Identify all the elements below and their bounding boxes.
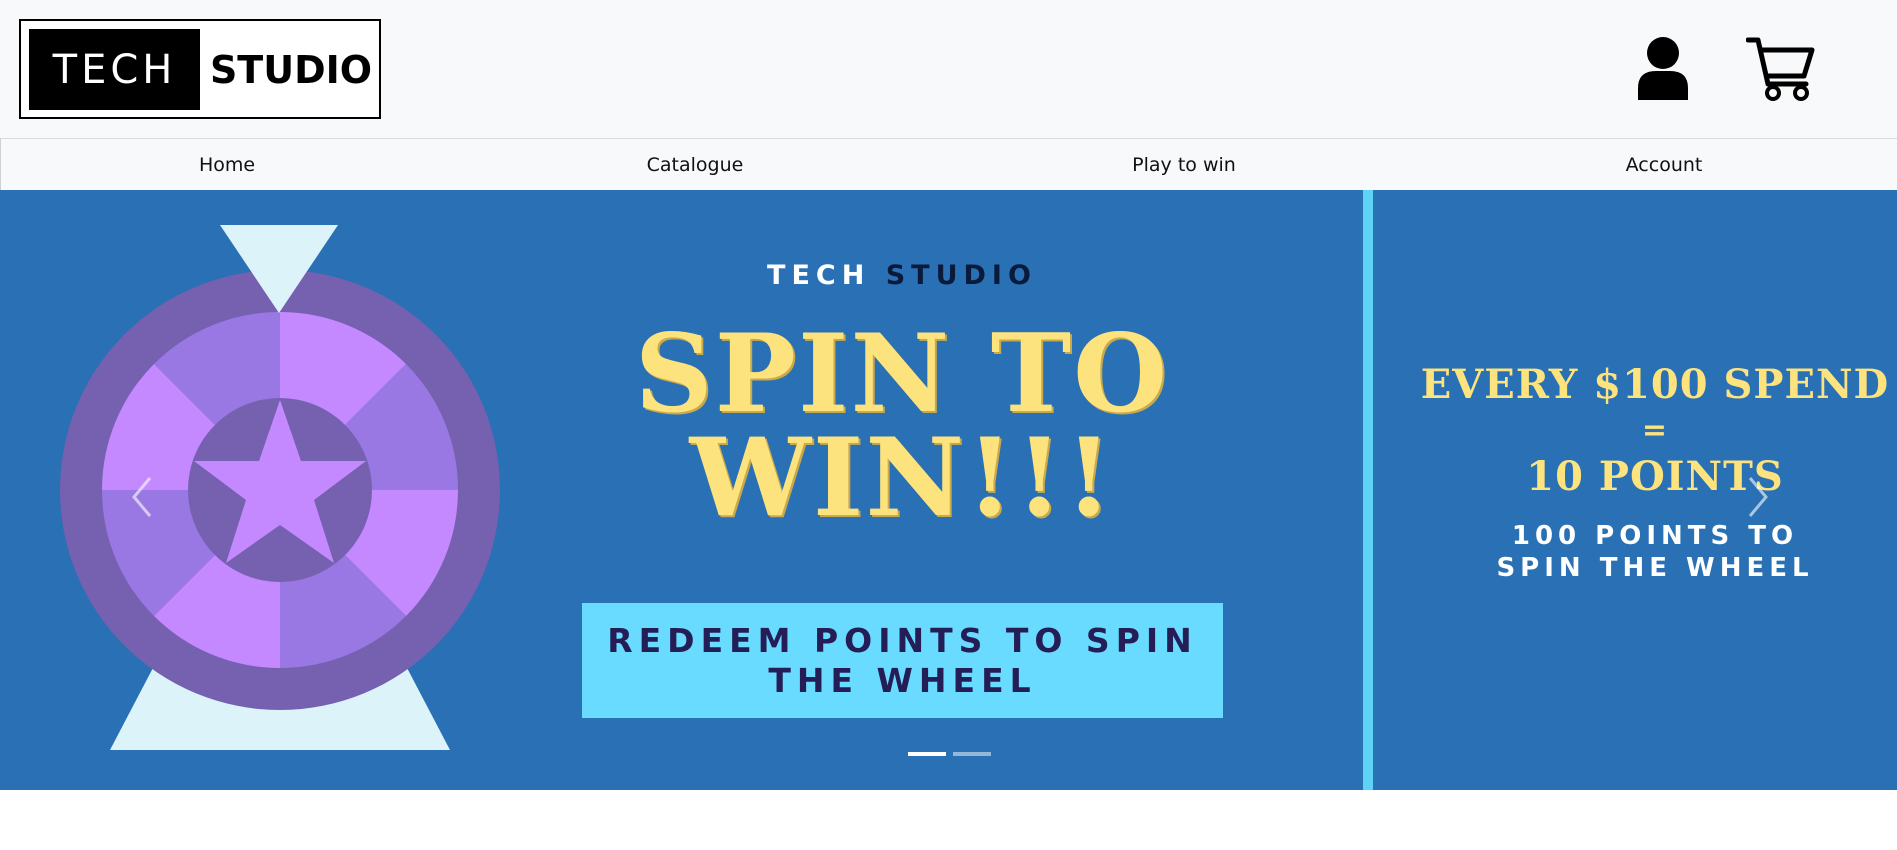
user-icon[interactable] [1636,36,1690,102]
redeem-line-1: REDEEM POINTS TO SPIN [607,621,1198,660]
cart-icon[interactable] [1745,36,1816,102]
chevron-left-icon [132,477,152,517]
promo-brand-studio: STUDIO [885,260,1037,291]
promo-brand: TECH STUDIO [582,260,1222,291]
points-rule: EVERY $100 SPEND = 10 POINTS [1400,362,1897,500]
headline-line-2: WIN!!! [689,415,1115,541]
main-nav: Home Catalogue Play to win Account [0,138,1897,190]
logo-text-tech: TECH [29,29,200,110]
tech-studio-logo[interactable]: TECH STUDIO [19,19,381,119]
carousel-next-button[interactable] [1738,472,1778,522]
promo-headline: SPIN TO WIN!!! [582,311,1222,541]
chevron-right-icon [1748,477,1768,517]
redeem-banner: REDEEM POINTS TO SPIN THE WHEEL [582,603,1223,718]
rule-line-2: = [1641,413,1669,448]
points-subtext: 100 POINTS TO SPIN THE WHEEL [1400,520,1897,584]
slide-divider [1363,190,1373,790]
carousel-prev-button[interactable] [122,472,162,522]
nav-item-catalogue[interactable]: Catalogue [620,139,770,191]
headline-line-1: SPIN TO [634,311,1170,437]
nav-item-home[interactable]: Home [177,139,277,191]
carousel-indicator-2[interactable] [953,752,991,756]
sub-line-1: 100 POINTS TO [1511,521,1799,551]
promo-brand-tech: TECH [767,260,871,291]
carousel-indicator-1[interactable] [908,752,946,756]
redeem-line-2: THE WHEEL [768,661,1037,700]
sub-line-2: SPIN THE WHEEL [1496,553,1814,583]
nav-item-account[interactable]: Account [1614,139,1714,191]
logo-text-studio: STUDIO [209,47,373,92]
nav-item-play-to-win[interactable]: Play to win [1109,139,1259,191]
promo-carousel: TECH STUDIO SPIN TO WIN!!! REDEEM POINTS… [0,190,1897,790]
rule-line-3: 10 POINTS [1526,453,1784,500]
site-header: TECH STUDIO [0,0,1897,138]
rule-line-1: EVERY $100 SPEND [1420,361,1890,408]
